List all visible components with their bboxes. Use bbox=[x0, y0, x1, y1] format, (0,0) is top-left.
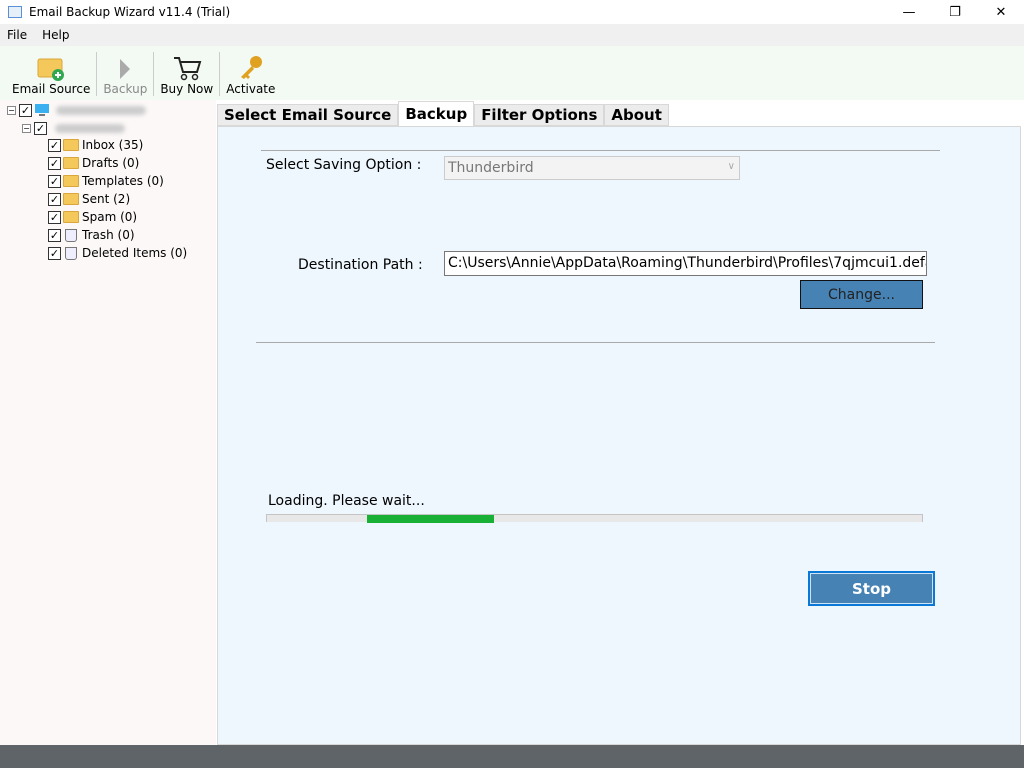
tab-backup[interactable]: Backup bbox=[398, 101, 475, 126]
checkbox[interactable]: ✓ bbox=[19, 103, 32, 117]
add-folder-icon bbox=[37, 58, 65, 81]
divider bbox=[256, 342, 935, 343]
saving-option-select[interactable]: Thunderbird ∨ bbox=[444, 156, 740, 180]
collapse-icon[interactable]: − bbox=[22, 123, 31, 133]
destination-path-input[interactable]: C:\Users\Annie\AppData\Roaming\Thunderbi… bbox=[444, 251, 927, 276]
change-button[interactable]: Change... bbox=[800, 280, 923, 309]
activate-button[interactable]: Activate bbox=[220, 48, 281, 100]
tab-select-email-source[interactable]: Select Email Source bbox=[217, 104, 399, 126]
divider bbox=[261, 150, 940, 151]
checkbox[interactable]: ✓ bbox=[48, 210, 61, 224]
window-title: Email Backup Wizard v11.4 (Trial) bbox=[29, 5, 231, 19]
stop-button[interactable]: Stop bbox=[808, 571, 935, 606]
buy-now-button[interactable]: Buy Now bbox=[154, 48, 219, 100]
folder-tree: − ✓ − ✓ ✓ Inbox (35) ✓ Drafts (0) ✓ Templates… bbox=[0, 100, 216, 745]
menu-bar: File Help bbox=[0, 24, 1024, 46]
tree-account[interactable]: − ✓ bbox=[22, 119, 125, 137]
menu-help[interactable]: Help bbox=[35, 28, 77, 42]
backup-panel bbox=[217, 126, 1021, 745]
progress-bar bbox=[266, 514, 923, 523]
folder-label: Spam (0) bbox=[82, 210, 138, 224]
checkbox[interactable]: ✓ bbox=[34, 121, 47, 135]
computer-icon bbox=[35, 104, 49, 116]
recycle-bin-icon bbox=[65, 228, 77, 242]
tree-folder-item[interactable]: ✓ Trash (0) bbox=[48, 226, 135, 244]
status-text: Loading. Please wait... bbox=[268, 493, 425, 509]
folder-icon bbox=[63, 211, 79, 223]
play-icon bbox=[120, 59, 131, 79]
checkbox[interactable]: ✓ bbox=[48, 228, 61, 242]
checkbox[interactable]: ✓ bbox=[48, 174, 61, 188]
checkbox[interactable]: ✓ bbox=[48, 192, 61, 206]
sent-folder-icon bbox=[63, 193, 79, 205]
minimize-button[interactable]: — bbox=[886, 0, 932, 24]
checkbox[interactable]: ✓ bbox=[48, 246, 61, 260]
folder-icon bbox=[63, 175, 79, 187]
menu-file[interactable]: File bbox=[0, 28, 35, 42]
email-source-button[interactable]: Email Source bbox=[6, 48, 96, 100]
drafts-folder-icon bbox=[63, 157, 79, 169]
folder-label: Templates (0) bbox=[82, 174, 164, 188]
tree-folder-item[interactable]: ✓ Drafts (0) bbox=[48, 154, 139, 172]
close-button[interactable]: ✕ bbox=[978, 0, 1024, 24]
toolbar: Email Source Backup Buy Now Activate bbox=[0, 46, 1024, 100]
tree-root[interactable]: − ✓ bbox=[7, 101, 146, 119]
destination-path-label: Destination Path : bbox=[298, 257, 423, 273]
tree-folder-item[interactable]: ✓ Spam (0) bbox=[48, 208, 137, 226]
recycle-bin-icon bbox=[65, 246, 77, 260]
folder-label: Trash (0) bbox=[82, 228, 135, 242]
cart-icon bbox=[173, 57, 202, 81]
tree-folder-item[interactable]: ✓ Templates (0) bbox=[48, 172, 164, 190]
checkbox[interactable]: ✓ bbox=[48, 138, 61, 152]
progress-fill bbox=[367, 515, 494, 523]
collapse-icon[interactable]: − bbox=[7, 105, 16, 115]
folder-label: Inbox (35) bbox=[82, 138, 144, 152]
folder-label: Drafts (0) bbox=[82, 156, 140, 170]
folder-label: Sent (2) bbox=[82, 192, 131, 206]
tab-about[interactable]: About bbox=[604, 104, 669, 126]
inbox-folder-icon bbox=[63, 139, 79, 151]
app-icon bbox=[8, 6, 22, 18]
title-bar: Email Backup Wizard v11.4 (Trial) — ❐ ✕ bbox=[0, 0, 1024, 24]
chevron-down-icon: ∨ bbox=[727, 161, 735, 172]
tab-bar: Select Email Source Backup Filter Option… bbox=[217, 101, 669, 126]
maximize-button[interactable]: ❐ bbox=[932, 0, 978, 24]
taskbar-strip bbox=[0, 745, 1024, 768]
tree-folder-item[interactable]: ✓ Deleted Items (0) bbox=[48, 244, 187, 262]
tree-folder-item[interactable]: ✓ Sent (2) bbox=[48, 190, 130, 208]
folder-label: Deleted Items (0) bbox=[82, 246, 188, 260]
tree-folder-item[interactable]: ✓ Inbox (35) bbox=[48, 136, 143, 154]
backup-button[interactable]: Backup bbox=[97, 48, 153, 100]
checkbox[interactable]: ✓ bbox=[48, 156, 61, 170]
key-icon bbox=[240, 56, 262, 79]
saving-option-label: Select Saving Option : bbox=[266, 157, 422, 173]
tab-filter-options[interactable]: Filter Options bbox=[474, 104, 605, 126]
